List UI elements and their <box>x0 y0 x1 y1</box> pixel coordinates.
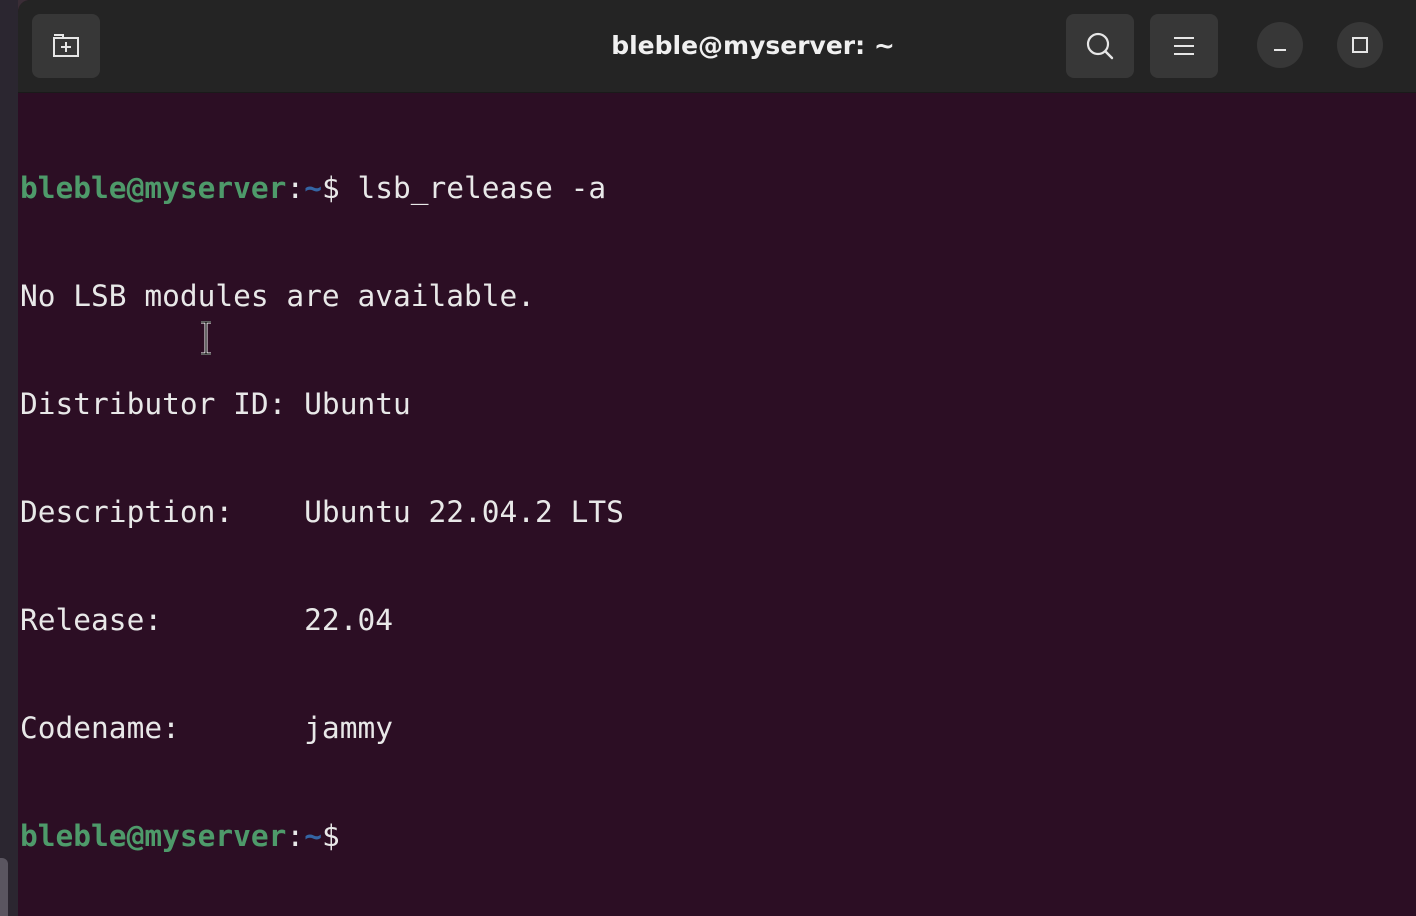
prompt-separator: : <box>286 819 305 853</box>
command-text: lsb_release -a <box>339 171 607 205</box>
minimize-button[interactable] <box>1257 22 1303 68</box>
minimize-icon <box>1274 49 1286 51</box>
terminal-output[interactable]: bleble@myserver:~$ lsb_release -a No LSB… <box>18 93 1416 916</box>
header-bar: bleble@myserver: ~ <box>18 0 1416 93</box>
terminal-line-output: No LSB modules are available. <box>20 279 536 313</box>
hamburger-menu-icon <box>1174 37 1194 55</box>
prompt-path: ~ <box>304 819 322 853</box>
terminal-window: bleble@myserver: ~ bleble@myserver:~$ ls… <box>18 0 1416 916</box>
prompt-user-host: bleble@myserver <box>20 171 287 205</box>
terminal-line-output: Codename: jammy <box>20 711 393 745</box>
prompt-symbol: $ <box>321 819 340 853</box>
terminal-line-prompt-1: bleble@myserver:~$ lsb_release -a <box>20 170 1416 206</box>
terminal-line-output: Distributor ID: Ubuntu <box>20 387 411 421</box>
new-tab-icon <box>53 34 79 57</box>
new-tab-button[interactable] <box>32 14 100 78</box>
search-button[interactable] <box>1066 14 1134 78</box>
search-icon <box>1086 32 1114 60</box>
ibeam-cursor-icon <box>201 321 211 355</box>
maximize-button[interactable] <box>1337 22 1383 68</box>
desktop-background <box>0 0 18 916</box>
menu-button[interactable] <box>1150 14 1218 78</box>
window-title: bleble@myserver: ~ <box>611 31 895 60</box>
terminal-line-prompt-2: bleble@myserver:~$ <box>20 818 1416 854</box>
terminal-line-output: Release: 22.04 <box>20 603 393 637</box>
prompt-symbol: $ <box>321 171 340 205</box>
terminal-line-output: Description: Ubuntu 22.04.2 LTS <box>20 495 624 529</box>
maximize-icon <box>1352 37 1368 53</box>
dock-edge <box>0 858 8 916</box>
prompt-path: ~ <box>304 171 322 205</box>
prompt-separator: : <box>286 171 305 205</box>
prompt-user-host: bleble@myserver <box>20 819 287 853</box>
